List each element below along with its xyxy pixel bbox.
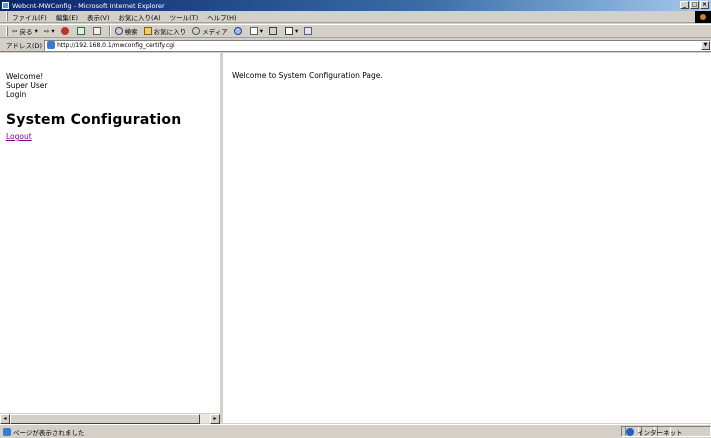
mail-icon [249, 27, 258, 35]
refresh-button[interactable] [76, 27, 87, 35]
right-frame: Welcome to System Configuration Page. [223, 53, 711, 423]
content-area: Welcome! Super User Login System Configu… [0, 53, 711, 424]
address-bar: アドレス(D) http://192.168.0.1/mwconfig_cert… [0, 39, 711, 52]
ie-app-icon [2, 2, 9, 9]
welcome-message: Welcome to System Configuration Page. [232, 71, 383, 80]
scroll-left-icon[interactable]: ◂ [0, 414, 10, 424]
address-input[interactable]: http://192.168.0.1/mwconfig_certify.cgi … [44, 39, 711, 51]
status-text: ページが表示されました [13, 428, 85, 437]
media-button[interactable]: メディア [192, 26, 228, 36]
menu-help[interactable]: ヘルプ(H) [207, 12, 236, 22]
history-button[interactable] [233, 27, 244, 35]
scroll-thumb[interactable] [10, 414, 200, 424]
stop-button[interactable] [60, 27, 71, 35]
user-name: Super User [6, 81, 48, 90]
welcome-text: Welcome! [6, 72, 44, 81]
login-text: Login [6, 90, 27, 99]
edit-icon [284, 27, 293, 35]
media-button-label: メディア [202, 28, 228, 36]
section-heading: System Configuration [6, 112, 182, 128]
globe-icon [626, 427, 634, 436]
back-button-label: 戻る [19, 28, 33, 36]
favorites-icon [143, 27, 152, 35]
maximize-button[interactable]: □ [690, 1, 699, 9]
media-icon [192, 27, 201, 35]
edit-button[interactable]: ▾ [284, 27, 298, 35]
menu-tools[interactable]: ツール(T) [170, 12, 199, 22]
favorites-button[interactable]: お気に入り [143, 26, 187, 36]
left-frame: Welcome! Super User Login System Configu… [0, 53, 223, 424]
page-icon [47, 41, 56, 49]
toolbar-grip[interactable] [6, 26, 8, 36]
search-icon [114, 27, 123, 35]
discuss-button[interactable] [304, 27, 314, 35]
print-button[interactable] [268, 27, 279, 35]
address-url[interactable]: http://192.168.0.1/mwconfig_certify.cgi [57, 42, 175, 49]
close-button[interactable]: × [700, 1, 709, 9]
menu-file[interactable]: ファイル(F) [12, 12, 47, 22]
mail-button[interactable]: ▾ [249, 27, 263, 35]
address-label: アドレス(D) [6, 42, 43, 50]
menu-edit[interactable]: 編集(E) [56, 12, 78, 22]
logout-link[interactable]: Logout [6, 132, 32, 141]
address-dropdown-icon[interactable]: ▼ [701, 40, 710, 50]
scroll-right-icon[interactable]: ▸ [210, 414, 220, 424]
standard-toolbar: ⇦ 戻る ▾ ⇨ ▾ 検索 お気に入り メディア ▾ ▾ [0, 24, 711, 38]
window-controls: _ □ × [680, 1, 709, 9]
menu-favorites[interactable]: お気に入り(A) [119, 12, 161, 22]
minimize-button[interactable]: _ [680, 1, 689, 9]
home-icon [92, 27, 101, 35]
page-done-icon [3, 427, 11, 436]
back-arrow-icon: ⇦ [12, 27, 18, 35]
status-bar: ページが表示されました インターネット [0, 424, 711, 438]
back-button[interactable]: ⇦ 戻る ▾ [12, 26, 38, 36]
title-bar: Webcnt-MWConfig - Microsoft Internet Exp… [0, 0, 711, 11]
toolbar-separator [108, 26, 111, 36]
refresh-icon [76, 27, 85, 35]
home-button[interactable] [92, 27, 103, 35]
stop-icon [60, 27, 69, 35]
security-zone: インターネット [621, 426, 711, 437]
discuss-icon [304, 27, 313, 35]
print-icon [268, 27, 277, 35]
search-button-label: 検索 [124, 28, 138, 36]
search-button[interactable]: 検索 [114, 26, 138, 36]
menu-bar: ファイル(F) 編集(E) 表示(V) お気に入り(A) ツール(T) ヘルプ(… [0, 11, 711, 23]
forward-arrow-icon: ⇨ [43, 27, 50, 35]
horizontal-scrollbar[interactable]: ◂ ▸ [0, 413, 220, 424]
history-icon [233, 27, 242, 35]
menu-view[interactable]: 表示(V) [87, 12, 110, 22]
windows-logo-icon [695, 11, 711, 23]
favorites-button-label: お気に入り [153, 28, 187, 36]
window-title: Webcnt-MWConfig - Microsoft Internet Exp… [12, 1, 165, 10]
menubar-grip[interactable] [6, 12, 8, 21]
zone-label: インターネット [637, 428, 683, 437]
forward-button[interactable]: ⇨ ▾ [44, 27, 55, 35]
